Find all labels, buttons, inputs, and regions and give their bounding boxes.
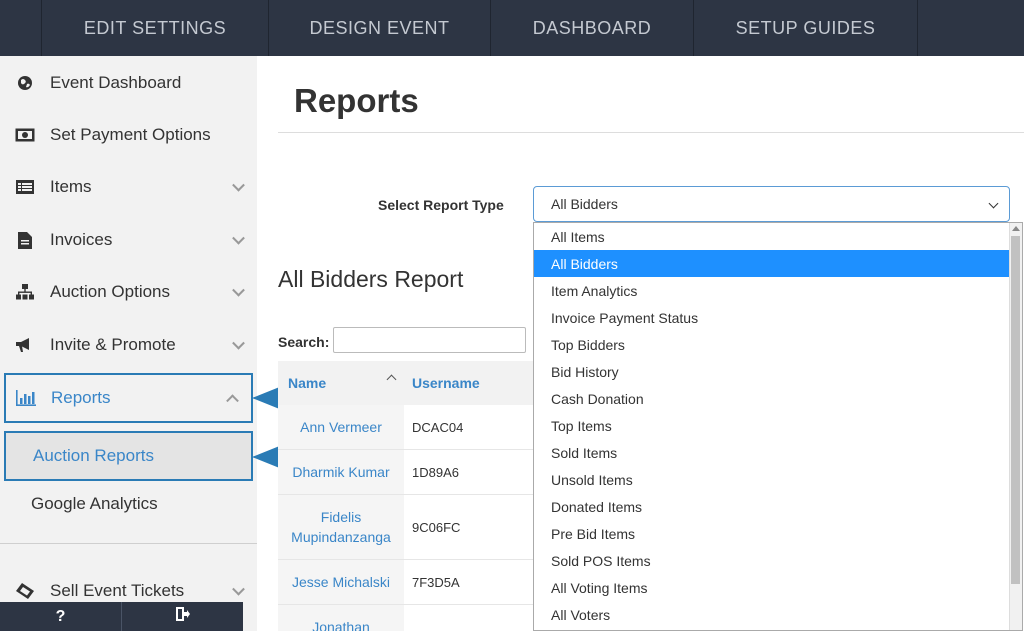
help-button[interactable]: ? [0,602,121,631]
chevron-down-icon [232,336,245,350]
nav-tail [918,0,1024,56]
sidebar-item-auction-options[interactable]: Auction Options [0,267,257,317]
sidebar-item-set-payment-options[interactable]: Set Payment Options [0,110,257,160]
search-label: Search: [278,334,330,350]
chevron-down-icon [232,178,245,192]
page-title: Reports [294,82,419,119]
table-cell-name[interactable]: Jesse Michalski [278,560,404,604]
sidebar-bottom-bar: ? [0,602,243,631]
sidebar-item-label: Sell Event Tickets [50,581,185,600]
option-donated-items[interactable]: Donated Items [534,493,1011,520]
top-navigation: EDIT SETTINGS DESIGN EVENT DASHBOARD SET… [0,0,1024,56]
document-icon [14,230,36,250]
sidebar-item-items[interactable]: Items [0,162,257,212]
tab-design-event[interactable]: DESIGN EVENT [269,0,491,56]
sidebar-divider [0,543,257,544]
chevron-down-icon [232,283,245,297]
nav-spacer [0,0,42,56]
sidebar-subitem-auction-reports[interactable]: Auction Reports [4,431,253,481]
option-all-items[interactable]: All Items [534,223,1011,250]
column-header-username[interactable]: Username [412,361,480,405]
table-cell-username: 1D89A6 [412,464,459,480]
option-sold-items[interactable]: Sold Items [534,439,1011,466]
option-all-bidders[interactable]: All Bidders [534,250,1011,277]
report-type-value: All Bidders [551,196,618,212]
scroll-up-icon[interactable] [1012,226,1020,231]
sidebar-item-label: Set Payment Options [50,125,211,144]
chevron-down-icon [988,198,999,209]
column-header-name[interactable]: Name [288,361,326,405]
option-invoice-payment-status[interactable]: Invoice Payment Status [534,304,1011,331]
sidebar-item-reports[interactable]: Reports [4,373,253,423]
report-type-select[interactable]: All Bidders [533,186,1010,222]
table-cell-username: DCAC04 [412,419,464,435]
report-heading: All Bidders Report [278,266,464,292]
option-all-voting-items[interactable]: All Voting Items [534,574,1011,601]
table-cell-name[interactable]: Fidelis Mupindanzanga [278,495,404,559]
list-icon [14,177,36,197]
sidebar-subitem-google-analytics[interactable]: Google Analytics [4,479,253,529]
option-sold-pos-items[interactable]: Sold POS Items [534,547,1011,574]
option-top-bidders[interactable]: Top Bidders [534,331,1011,358]
tab-dashboard[interactable]: DASHBOARD [491,0,694,56]
table-cell-name[interactable]: Ann Vermeer [278,405,404,449]
dropdown-scrollbar[interactable] [1009,223,1022,630]
ticket-icon [14,581,36,601]
option-bid-history[interactable]: Bid History [534,358,1011,385]
report-type-dropdown: All Items All Bidders Item Analytics Inv… [533,222,1023,631]
chevron-down-icon [232,582,245,596]
sidebar-item-invite-promote[interactable]: Invite & Promote [0,320,257,370]
sidebar-item-label: Event Dashboard [50,73,182,92]
sidebar-item-event-dashboard[interactable]: Event Dashboard [0,58,257,108]
sidebar-item-label: Invite & Promote [50,335,176,354]
sign-out-icon [175,607,190,626]
sidebar-item-invoices[interactable]: Invoices [0,215,257,265]
sidebar: Event Dashboard Set Payment Options Item… [0,56,257,631]
scrollbar-thumb[interactable] [1011,236,1020,584]
sidebar-item-label: Invoices [50,230,113,249]
tab-edit-settings[interactable]: EDIT SETTINGS [42,0,269,56]
chevron-up-icon [226,394,239,408]
tab-setup-guides[interactable]: SETUP GUIDES [694,0,918,56]
table-cell-name[interactable]: Dharmik Kumar [278,450,404,494]
sidebar-item-label: Auction Options [50,282,171,301]
sidebar-item-label: Reports [51,388,111,407]
title-divider [278,132,1024,133]
option-cash-donation[interactable]: Cash Donation [534,385,1011,412]
table-cell-username: 7F3D5A [412,574,460,590]
option-unsold-items[interactable]: Unsold Items [534,466,1011,493]
logout-button[interactable] [121,602,243,631]
sidebar-item-label: Items [50,177,92,196]
option-pre-bid-items[interactable]: Pre Bid Items [534,520,1011,547]
bar-chart-icon [15,388,37,408]
megaphone-icon [14,335,36,355]
table-cell-username: 9C06FC [412,519,461,535]
option-top-items[interactable]: Top Items [534,412,1011,439]
chevron-down-icon [232,231,245,245]
option-item-analytics[interactable]: Item Analytics [534,277,1011,304]
table-cell-name[interactable]: Jonathan [278,605,404,631]
globe-icon [14,73,36,93]
report-type-label: Select Report Type [378,197,504,213]
search-input[interactable] [333,327,526,353]
option-all-voters[interactable]: All Voters [534,601,1011,628]
sitemap-icon [14,282,36,302]
money-icon [14,125,36,145]
